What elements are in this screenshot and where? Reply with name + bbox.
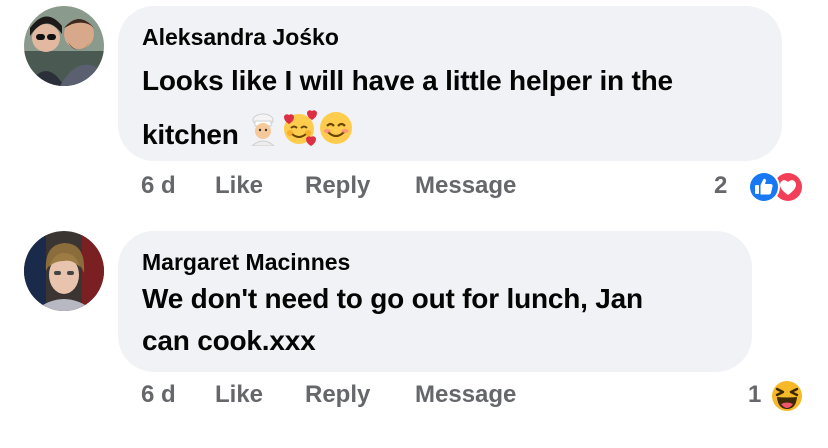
timestamp[interactable]: 6 d [141, 381, 176, 409]
comment-text-line: kitchen [142, 119, 239, 150]
like-reaction-icon [748, 171, 780, 203]
comment-text: Looks like I will have a little helper i… [142, 54, 673, 165]
timestamp[interactable]: 6 d [141, 172, 176, 200]
reaction-summary[interactable]: 2 [714, 169, 808, 205]
comment-text-line-with-emoji: kitchen [142, 108, 673, 165]
comment-actions: 6 d Like Reply Message [141, 172, 561, 204]
message-button[interactable]: Message [415, 381, 516, 409]
profile-photo [24, 6, 104, 86]
comment-bubble: Margaret Macinnes We don't need to go ou… [118, 231, 752, 372]
comment-text-line: can cook.xxx [142, 325, 316, 356]
reaction-count: 2 [714, 172, 728, 199]
comment-text: We don't need to go out for lunch, Jan c… [142, 279, 643, 361]
comment-author[interactable]: Aleksandra Jośko [142, 24, 339, 51]
reply-button[interactable]: Reply [305, 172, 370, 200]
message-button[interactable]: Message [415, 172, 516, 200]
comment-text-line: Looks like I will have a little helper i… [142, 65, 673, 96]
like-button[interactable]: Like [215, 172, 263, 200]
comment-author[interactable]: Margaret Macinnes [142, 249, 350, 276]
haha-reaction-icon [770, 379, 804, 413]
comment-actions: 6 d Like Reply Message [141, 381, 561, 413]
avatar[interactable] [24, 231, 104, 311]
reaction-count: 1 [748, 381, 762, 408]
reaction-summary[interactable]: 1 [748, 378, 808, 414]
avatar[interactable] [24, 6, 104, 86]
reply-button[interactable]: Reply [305, 381, 370, 409]
comment-bubble: Aleksandra Jośko Looks like I will have … [118, 6, 782, 161]
smiling-face-with-hearts-emoji [280, 109, 318, 165]
profile-photo [24, 231, 104, 311]
comment-text-line: We don't need to go out for lunch, Jan [142, 283, 643, 314]
like-button[interactable]: Like [215, 381, 263, 409]
smiling-face-with-smiling-eyes-emoji [318, 110, 354, 164]
reaction-icons [748, 171, 804, 203]
cook-emoji [246, 110, 280, 164]
